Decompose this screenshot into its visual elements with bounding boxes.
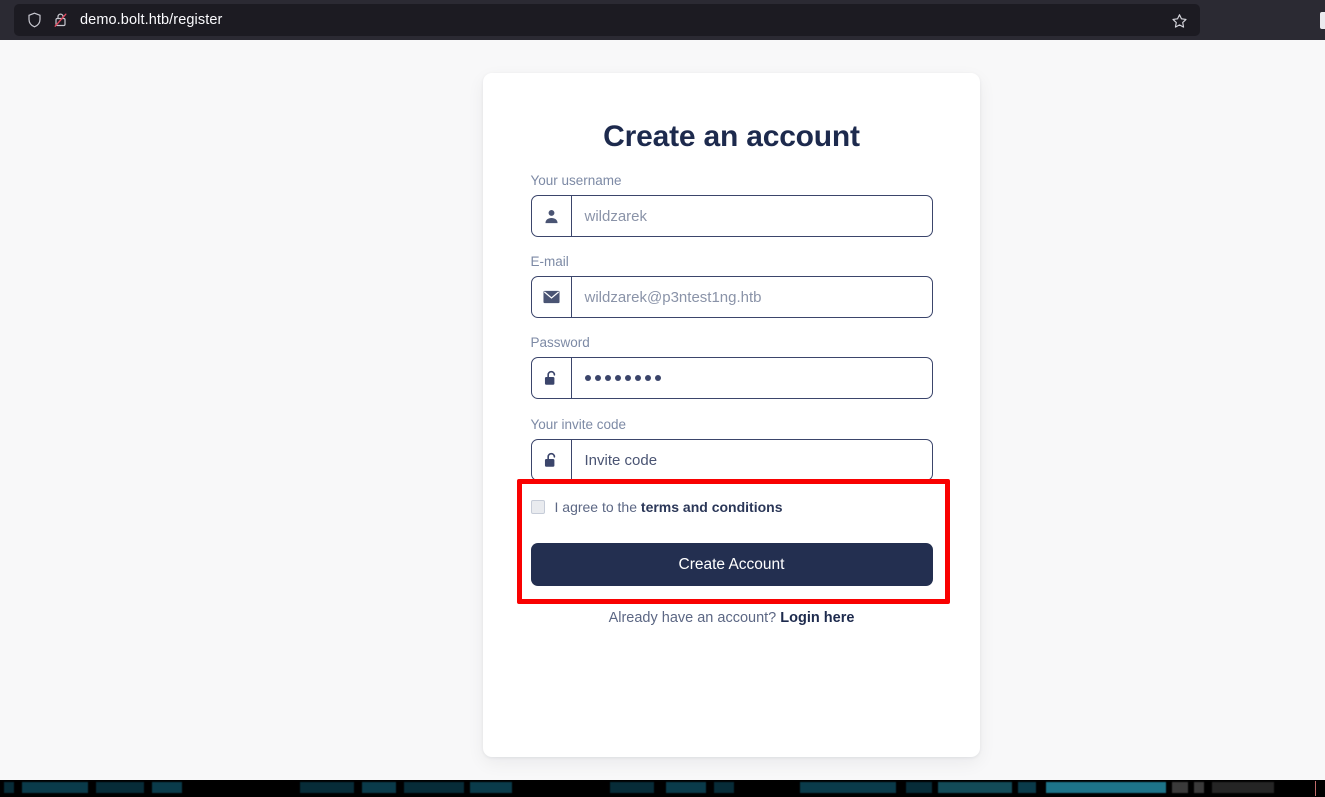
register-form: Your username wildzarek E-mail wildzarek… xyxy=(530,154,933,515)
label-password: Password xyxy=(530,335,590,350)
invite-code-section: Your invite code Invite code I agree to … xyxy=(530,417,933,515)
email-input[interactable]: wildzarek@p3ntest1ng.htb xyxy=(572,277,932,317)
field-password: Password xyxy=(530,335,933,399)
email-input-wrapper[interactable]: wildzarek@p3ntest1ng.htb xyxy=(530,276,933,318)
terms-link[interactable]: terms and conditions xyxy=(641,499,783,515)
unlock-icon xyxy=(532,440,572,480)
terminal-caret xyxy=(1315,781,1316,796)
terms-label: I agree to the terms and conditions xyxy=(555,499,783,515)
invite-code-input[interactable]: Invite code xyxy=(572,440,932,480)
password-input-wrapper[interactable] xyxy=(530,357,933,399)
envelope-icon xyxy=(532,277,572,317)
user-icon xyxy=(532,196,572,236)
url-bar[interactable]: demo.bolt.htb/register xyxy=(14,4,1200,36)
lock-crossed-out-icon[interactable] xyxy=(50,10,70,30)
username-input-wrapper[interactable]: wildzarek xyxy=(530,195,933,237)
terms-row[interactable]: I agree to the terms and conditions xyxy=(530,499,933,515)
background-terminal-strip xyxy=(0,780,1325,797)
chrome-edge-nub xyxy=(1320,12,1325,29)
field-invite-code: Your invite code Invite code xyxy=(530,417,933,481)
login-footer: Already have an account? Login here xyxy=(483,610,980,626)
star-icon[interactable] xyxy=(1166,10,1192,32)
create-account-button[interactable]: Create Account xyxy=(530,543,933,586)
terms-prefix: I agree to the xyxy=(554,499,641,515)
invite-code-input-wrapper[interactable]: Invite code xyxy=(530,439,933,481)
field-email: E-mail wildzarek@p3ntest1ng.htb xyxy=(530,254,933,318)
browser-toolbar: demo.bolt.htb/register xyxy=(0,0,1325,40)
page-title: Create an account xyxy=(603,120,860,153)
register-card: Create an account Your username wildzare… xyxy=(483,73,980,757)
username-input[interactable]: wildzarek xyxy=(572,196,932,236)
url-text: demo.bolt.htb/register xyxy=(80,12,223,28)
login-footer-prefix: Already have an account? xyxy=(608,610,781,626)
page-content: Create an account Your username wildzare… xyxy=(0,40,1325,780)
label-username: Your username xyxy=(530,173,622,188)
unlock-icon xyxy=(532,358,572,398)
login-here-link[interactable]: Login here xyxy=(780,610,854,626)
terms-checkbox[interactable] xyxy=(530,500,545,514)
label-email: E-mail xyxy=(530,254,569,269)
shield-icon xyxy=(24,10,44,30)
field-username: Your username wildzarek xyxy=(530,173,933,237)
password-input[interactable] xyxy=(572,358,661,398)
label-invite-code: Your invite code xyxy=(530,417,627,432)
